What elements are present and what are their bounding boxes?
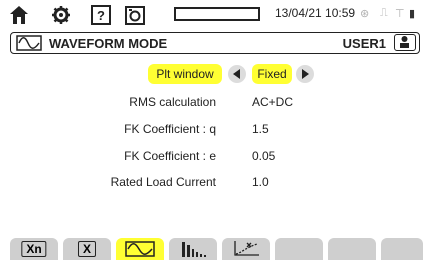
rated-load-current-value[interactable]: 1.0 [252, 175, 269, 189]
waveform-icon [125, 241, 155, 257]
arrow-left-icon [233, 69, 240, 79]
help-icon[interactable]: ? [90, 4, 112, 26]
rms-calculation-label: RMS calculation [129, 95, 216, 109]
waveform-icon [16, 35, 42, 51]
status-bar: ? 13/04/21 10:59 ⊛ ⎍ ⊤ ▮ [0, 0, 423, 30]
softkey-x[interactable]: X [63, 238, 111, 260]
harmonics-icon [182, 242, 206, 257]
softkey-curve[interactable] [222, 238, 270, 260]
battery-icon: ▮ [409, 8, 416, 20]
softkey-empty-7[interactable] [328, 238, 376, 260]
right-arrow-button[interactable] [296, 65, 314, 83]
user-profile-label: USER1 [342, 36, 386, 51]
x-icon: X [77, 241, 97, 257]
plt-window-value[interactable]: Fixed [252, 64, 292, 84]
softkey-waveform[interactable] [116, 238, 164, 260]
svg-text:?: ? [97, 8, 105, 23]
user-icon[interactable] [394, 34, 416, 51]
rated-load-current-label: Rated Load Current [110, 175, 216, 189]
settings-icon: ⊛ [360, 8, 370, 20]
plt-window-label[interactable]: Plt window [148, 64, 222, 84]
memory-progress-bar [174, 7, 260, 21]
arrow-right-icon [302, 69, 309, 79]
softkey-empty-6[interactable] [275, 238, 323, 260]
settings-icon[interactable] [50, 4, 72, 26]
fk-coefficient-e-value[interactable]: 0.05 [252, 149, 275, 163]
network-icon: ⊤ [395, 8, 405, 20]
camera-icon[interactable] [124, 4, 146, 26]
fk-coefficient-q-value[interactable]: 1.5 [252, 122, 269, 136]
fk-coefficient-e-label: FK Coefficient : e [124, 149, 216, 163]
mode-header: WAVEFORM MODE USER1 [10, 32, 420, 54]
home-icon[interactable] [8, 4, 30, 26]
fk-coefficient-q-label: FK Coefficient : q [124, 122, 216, 136]
date-time: 13/04/21 10:59 [275, 6, 356, 20]
softkey-empty-8[interactable] [381, 238, 423, 260]
softkey-harmonics[interactable] [169, 238, 217, 260]
rms-calculation-value[interactable]: AC+DC [252, 95, 293, 109]
page-title: WAVEFORM MODE [49, 36, 168, 51]
curve-icon [234, 241, 259, 256]
usb-icon: ⎍ [380, 7, 388, 19]
xn-icon: Xn [21, 241, 47, 257]
softkey-xn[interactable]: Xn [10, 238, 58, 260]
left-arrow-button[interactable] [228, 65, 246, 83]
